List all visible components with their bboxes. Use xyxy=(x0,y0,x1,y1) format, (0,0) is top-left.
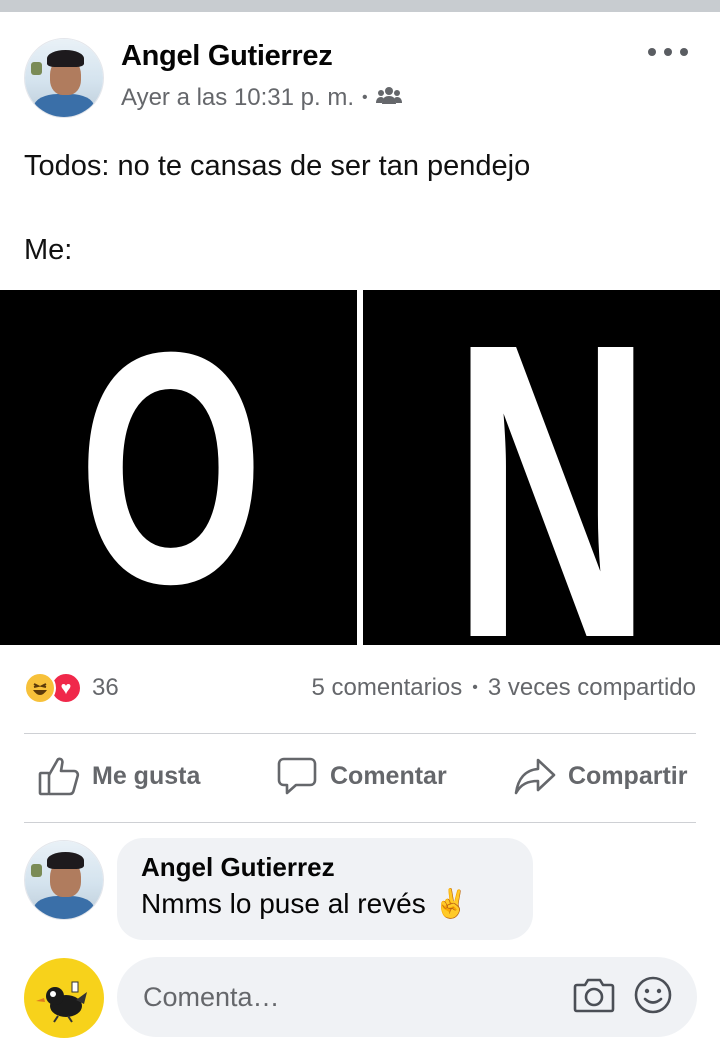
image-panel-left: O xyxy=(0,290,357,645)
commenter-avatar[interactable] xyxy=(24,840,104,920)
post-stats: 5 comentarios • 3 veces compartido xyxy=(312,674,696,702)
avatar-photo xyxy=(25,39,103,117)
emoji-icon[interactable] xyxy=(633,975,673,1020)
image-letter: O xyxy=(79,290,264,645)
reactions-summary[interactable]: ♥ 36 xyxy=(24,672,119,704)
share-arrow-icon xyxy=(514,756,556,796)
comment-text: Nmms lo puse al revés ✌️ xyxy=(141,888,469,919)
share-button[interactable]: Compartir xyxy=(514,756,687,796)
divider xyxy=(24,733,696,734)
post-author-name[interactable]: Angel Gutierrez xyxy=(121,40,333,73)
comment-button[interactable]: Comentar xyxy=(276,756,447,796)
share-label: Compartir xyxy=(568,761,688,790)
divider xyxy=(24,822,696,823)
comment-input[interactable] xyxy=(141,980,545,1014)
haha-icon xyxy=(24,672,56,704)
reaction-count: 36 xyxy=(92,674,119,701)
comment-author[interactable]: Angel Gutierrez xyxy=(141,852,509,883)
current-user-avatar[interactable] xyxy=(24,958,104,1038)
meta-separator: • xyxy=(362,89,368,106)
post-image[interactable]: O N xyxy=(0,290,720,645)
image-panel-right: N xyxy=(363,290,720,645)
comment-label: Comentar xyxy=(330,761,447,790)
post-text-line: Todos: no te cansas de ser tan pendejo xyxy=(24,150,531,182)
stats-separator: • xyxy=(472,679,478,696)
like-button[interactable]: Me gusta xyxy=(38,756,200,796)
image-letter: N xyxy=(452,290,652,645)
comment-bubble[interactable]: Angel Gutierrez Nmms lo puse al revés ✌️ xyxy=(117,838,533,940)
author-avatar[interactable] xyxy=(24,38,104,118)
comments-count[interactable]: 5 comentarios xyxy=(312,674,463,702)
thumbs-up-icon xyxy=(38,756,80,796)
post-text-line: Me: xyxy=(24,234,73,266)
post-text: Todos: no te cansas de ser tan pendejo M… xyxy=(24,145,694,271)
comment-icon xyxy=(276,756,318,796)
like-label: Me gusta xyxy=(92,761,201,790)
more-options-icon[interactable] xyxy=(648,40,688,64)
post-meta: Ayer a las 10:31 p. m. • xyxy=(121,84,402,112)
camera-icon[interactable] xyxy=(573,976,615,1019)
avatar-photo xyxy=(25,841,103,919)
post-timestamp[interactable]: Ayer a las 10:31 p. m. xyxy=(121,84,354,112)
friends-icon xyxy=(375,84,402,112)
shares-count[interactable]: 3 veces compartido xyxy=(488,674,696,702)
cartoon-bird-icon xyxy=(36,981,87,1023)
top-edge-bar xyxy=(0,0,720,12)
comment-composer[interactable] xyxy=(117,957,697,1037)
